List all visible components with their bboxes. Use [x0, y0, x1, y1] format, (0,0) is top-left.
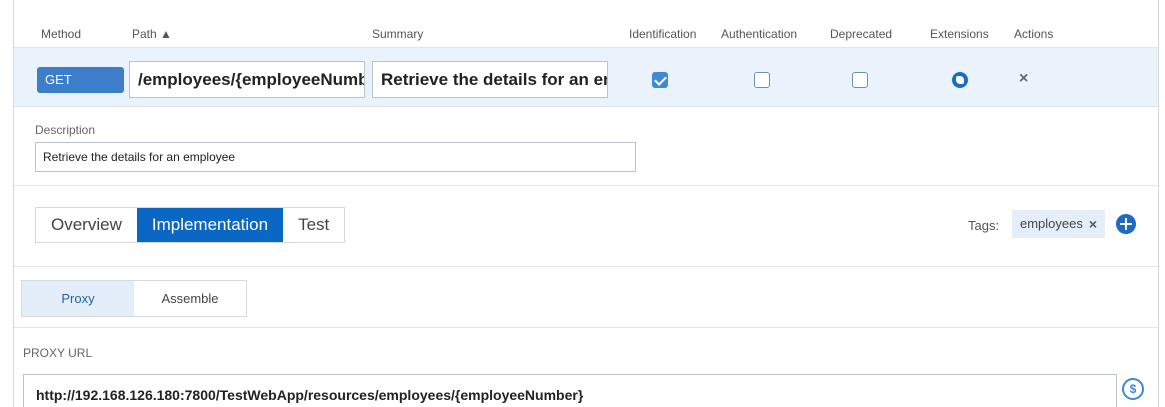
tag-label: employees	[1020, 216, 1083, 231]
header-method: Method	[41, 27, 82, 41]
tab-bar: Overview Implementation Test	[35, 207, 346, 243]
header-actions: Actions	[1014, 27, 1054, 41]
header-path[interactable]: Path ▲	[132, 27, 172, 41]
plus-circle-icon[interactable]	[1116, 214, 1136, 234]
summary-input[interactable]: Retrieve the details for an employee	[372, 61, 608, 98]
tab-overview[interactable]: Overview	[36, 208, 137, 242]
header-deprecated: Deprecated	[830, 27, 893, 41]
tag-chip: employees ×	[1012, 210, 1106, 238]
authentication-checkbox[interactable]	[754, 72, 770, 88]
tags-label: Tags:	[968, 218, 1000, 233]
method-select[interactable]: GET	[37, 67, 124, 93]
subtab-assemble[interactable]: Assemble	[134, 281, 246, 316]
table-header: Method Path ▲ Summary Identification Aut…	[14, 0, 1158, 48]
description-section: Description Retrieve the details for an …	[14, 108, 1158, 186]
tab-implementation[interactable]: Implementation	[136, 208, 284, 242]
proxy-url-label: PROXY URL	[23, 346, 93, 360]
operation-row: GET /employees/{employeeNumber} Retrieve…	[14, 48, 1158, 107]
tab-test[interactable]: Test	[283, 208, 345, 242]
deprecated-checkbox[interactable]	[852, 72, 868, 88]
header-summary: Summary	[372, 27, 424, 41]
path-input[interactable]: /employees/{employeeNumber}	[129, 61, 365, 98]
header-authentication: Authentication	[721, 27, 798, 41]
subtab-bar: Proxy Assemble	[21, 280, 247, 317]
subtab-proxy[interactable]: Proxy	[22, 281, 134, 316]
description-input[interactable]: Retrieve the details for an employee	[35, 142, 636, 172]
tabs-section: Overview Implementation Test Tags: emplo…	[14, 187, 1158, 267]
close-icon[interactable]: ×	[1089, 210, 1097, 238]
header-identification: Identification	[629, 27, 697, 41]
puzzle-icon[interactable]	[952, 72, 968, 88]
header-extensions: Extensions	[930, 27, 989, 41]
api-operation-panel: Method Path ▲ Summary Identification Aut…	[13, 0, 1159, 407]
subtabs-section: Proxy Assemble	[14, 268, 1158, 328]
dollar-icon[interactable]: $	[1122, 378, 1144, 400]
description-label: Description	[35, 123, 96, 137]
close-icon[interactable]: ×	[1019, 70, 1028, 88]
proxy-url-input[interactable]: http://192.168.126.180:7800/TestWebApp/r…	[23, 374, 1117, 407]
identification-checkbox[interactable]	[652, 72, 668, 88]
